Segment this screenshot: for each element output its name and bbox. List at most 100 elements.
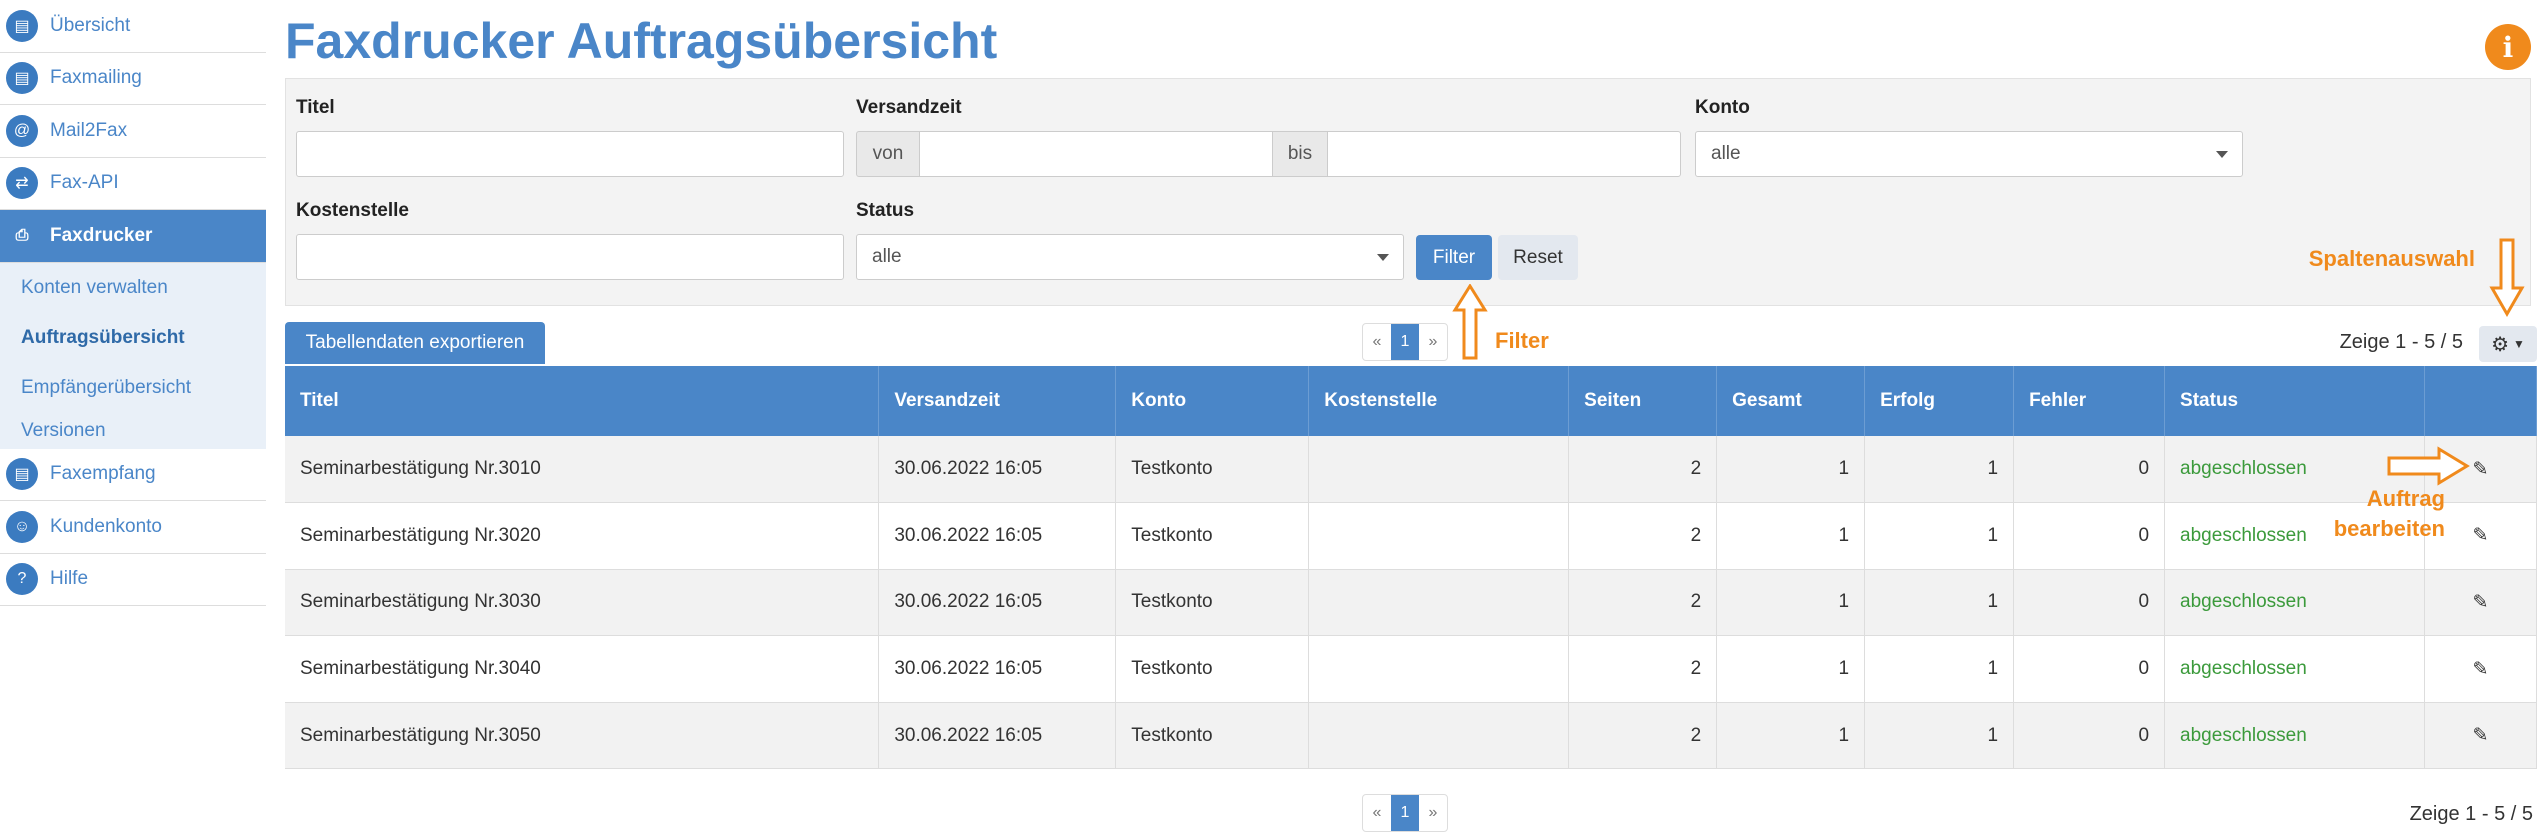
- sidebar-item-faxdrucker[interactable]: ⎙ Faxdrucker: [0, 210, 266, 263]
- pencil-icon: ✎: [2472, 525, 2489, 547]
- sidebar-item-label: Kundenkonto: [50, 515, 162, 537]
- jobs-table: Titel Versandzeit Konto Kostenstelle Sei…: [285, 366, 2537, 769]
- table-row[interactable]: Seminarbestätigung Nr.3050 30.06.2022 16…: [285, 702, 2537, 769]
- cell-versandzeit: 30.06.2022 16:05: [878, 569, 1117, 636]
- col-header-titel[interactable]: Titel: [285, 366, 880, 436]
- col-header-fehler[interactable]: Fehler: [2013, 366, 2166, 436]
- cell-status: abgeschlossen: [2164, 635, 2425, 703]
- sidebar-item-hilfe[interactable]: ? Hilfe: [0, 554, 266, 606]
- fax-api-icon: ⇄: [6, 167, 38, 200]
- col-header-status[interactable]: Status: [2164, 366, 2425, 436]
- table-row[interactable]: Seminarbestätigung Nr.3010 30.06.2022 16…: [285, 436, 2537, 503]
- pagination-page-1[interactable]: 1: [1391, 324, 1419, 360]
- cell-gesamt: 1: [1716, 702, 1866, 769]
- titel-input[interactable]: [296, 131, 844, 177]
- cell-kostenstelle: [1308, 569, 1570, 636]
- submenu-auftragsuebersicht[interactable]: Auftragsübersicht: [0, 313, 266, 363]
- cell-gesamt: 1: [1716, 436, 1866, 503]
- edit-job-button[interactable]: ✎: [2424, 569, 2537, 636]
- pagination-next[interactable]: »: [1419, 795, 1447, 831]
- cell-versandzeit: 30.06.2022 16:05: [878, 436, 1117, 503]
- submenu-versionen[interactable]: Versionen: [0, 413, 266, 449]
- overview-icon: ▤: [6, 9, 38, 42]
- submenu-konten-verwalten[interactable]: Konten verwalten: [0, 263, 266, 313]
- cell-erfolg: 1: [1864, 436, 2015, 503]
- cell-kostenstelle: [1308, 502, 1570, 570]
- table-row[interactable]: Seminarbestätigung Nr.3030 30.06.2022 16…: [285, 569, 2537, 636]
- pagination-prev[interactable]: «: [1363, 324, 1391, 360]
- cell-seiten: 2: [1568, 702, 1718, 769]
- submenu-empfaengeruebersicht[interactable]: Empfängerübersicht: [0, 363, 266, 413]
- status-label: Status: [856, 200, 915, 221]
- edit-annotation-arrow-icon: [2387, 446, 2470, 486]
- info-icon[interactable]: i: [2485, 24, 2531, 70]
- sidebar-item-kundenkonto[interactable]: ☺ Kundenkonto: [0, 501, 266, 554]
- cell-titel: Seminarbestätigung Nr.3040: [285, 635, 880, 703]
- col-header-seiten[interactable]: Seiten: [1568, 366, 1718, 436]
- pagination-page-1[interactable]: 1: [1391, 795, 1419, 831]
- pencil-icon: ✎: [2472, 458, 2489, 480]
- versandzeit-von-input[interactable]: [919, 131, 1273, 177]
- cell-konto: Testkonto: [1115, 502, 1310, 570]
- cell-titel: Seminarbestätigung Nr.3010: [285, 436, 880, 503]
- cell-seiten: 2: [1568, 635, 1718, 703]
- export-table-button[interactable]: Tabellendaten exportieren: [285, 322, 545, 364]
- versandzeit-label: Versandzeit: [856, 97, 962, 118]
- filter-button[interactable]: Filter: [1416, 235, 1492, 280]
- pencil-icon: ✎: [2472, 591, 2489, 613]
- col-header-actions: [2424, 366, 2537, 436]
- sidebar-item-label: Faxdrucker: [50, 224, 153, 246]
- col-header-gesamt[interactable]: Gesamt: [1716, 366, 1866, 436]
- col-header-konto[interactable]: Konto: [1115, 366, 1310, 436]
- sidebar-item-label: Übersicht: [50, 14, 131, 36]
- faxmailing-icon: ▤: [6, 62, 38, 95]
- pagination-prev[interactable]: «: [1363, 795, 1391, 831]
- sidebar-item-label: Fax-API: [50, 172, 119, 194]
- cell-versandzeit: 30.06.2022 16:05: [878, 502, 1117, 570]
- cell-kostenstelle: [1308, 702, 1570, 769]
- col-header-kostenstelle[interactable]: Kostenstelle: [1308, 366, 1570, 436]
- cell-gesamt: 1: [1716, 502, 1866, 570]
- sidebar-item-fax-api[interactable]: ⇄ Fax-API: [0, 158, 266, 210]
- edit-job-button[interactable]: ✎: [2424, 702, 2537, 769]
- cell-erfolg: 1: [1864, 502, 2015, 570]
- table-header-row: Titel Versandzeit Konto Kostenstelle Sei…: [285, 366, 2537, 436]
- cell-versandzeit: 30.06.2022 16:05: [878, 702, 1117, 769]
- mail2fax-icon: @: [6, 114, 38, 147]
- cell-kostenstelle: [1308, 635, 1570, 703]
- col-header-versandzeit[interactable]: Versandzeit: [878, 366, 1117, 436]
- edit-job-button[interactable]: ✎: [2424, 635, 2537, 703]
- filter-annotation-arrow-icon: [1452, 284, 1488, 360]
- reset-button[interactable]: Reset: [1498, 235, 1578, 280]
- cell-erfolg: 1: [1864, 635, 2015, 703]
- fax-receive-icon: ▤: [6, 458, 38, 491]
- column-select-button[interactable]: ⚙ ▼: [2479, 326, 2537, 362]
- cell-versandzeit: 30.06.2022 16:05: [878, 635, 1117, 703]
- status-select-value: alle: [872, 246, 902, 267]
- sidebar-item-faxempfang[interactable]: ▤ Faxempfang: [0, 449, 266, 501]
- kostenstelle-input[interactable]: [296, 234, 844, 280]
- pagination-next[interactable]: »: [1419, 324, 1447, 360]
- cell-erfolg: 1: [1864, 569, 2015, 636]
- caret-down-icon: ▼: [2513, 337, 2525, 351]
- cell-fehler: 0: [2013, 569, 2166, 636]
- table-row[interactable]: Seminarbestätigung Nr.3040 30.06.2022 16…: [285, 635, 2537, 703]
- cell-status: abgeschlossen: [2164, 569, 2425, 636]
- sidebar-item-label: Faxmailing: [50, 67, 142, 89]
- col-header-erfolg[interactable]: Erfolg: [1864, 366, 2015, 436]
- konto-select[interactable]: alle: [1695, 131, 2243, 177]
- sidebar-item-mail2fax[interactable]: @ Mail2Fax: [0, 105, 266, 158]
- pencil-icon: ✎: [2472, 658, 2489, 680]
- sidebar-item-uebersicht[interactable]: ▤ Übersicht: [0, 0, 266, 53]
- pagination-top: « 1 »: [1362, 323, 1448, 361]
- versandzeit-bis-input[interactable]: [1327, 131, 1681, 177]
- status-select[interactable]: alle: [856, 234, 1404, 280]
- table-row[interactable]: Seminarbestätigung Nr.3020 30.06.2022 16…: [285, 502, 2537, 570]
- cell-gesamt: 1: [1716, 569, 1866, 636]
- filter-panel: Titel Versandzeit von bis Konto alle Kos…: [285, 78, 2531, 306]
- cell-erfolg: 1: [1864, 702, 2015, 769]
- sidebar-item-faxmailing[interactable]: ▤ Faxmailing: [0, 53, 266, 105]
- konto-select-value: alle: [1711, 143, 1741, 164]
- filter-annotation: Filter: [1495, 328, 1549, 353]
- showing-count-top: Zeige 1 - 5 / 5: [2339, 331, 2463, 353]
